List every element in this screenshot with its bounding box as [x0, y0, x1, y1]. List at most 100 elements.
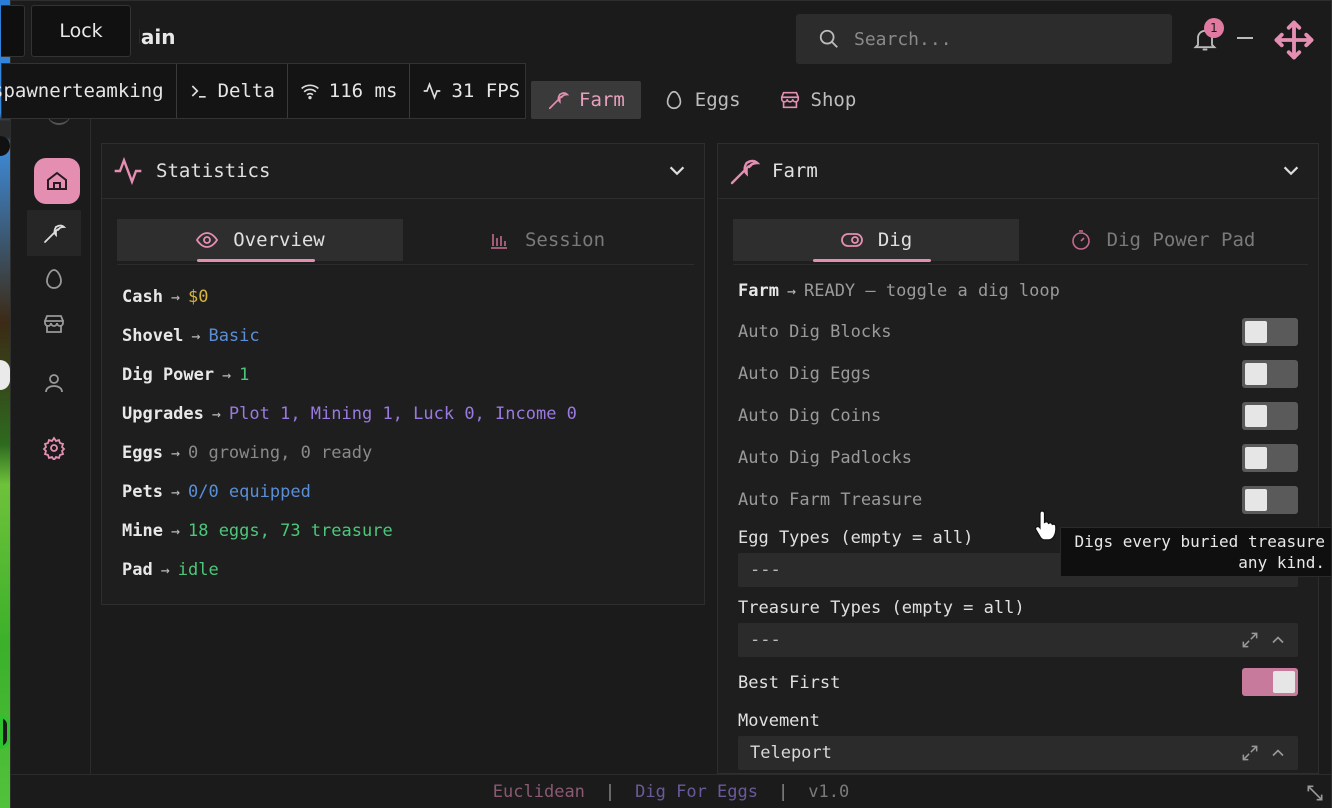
stat-key: Mine	[122, 520, 163, 541]
best-first-toggle[interactable]	[1242, 668, 1298, 696]
auto-farm-treasure-toggle[interactable]	[1242, 486, 1298, 514]
tab-session-label: Session	[524, 229, 606, 251]
toggle-label: Auto Farm Treasure	[738, 490, 923, 510]
tab-overview[interactable]: Overview	[117, 219, 403, 262]
treasure-types-value: ---	[750, 630, 781, 650]
activity-icon	[424, 81, 441, 101]
footer-separator: |	[604, 782, 616, 802]
activity-icon	[114, 156, 142, 186]
username: spawnerteamking	[0, 80, 164, 102]
stat-value: 0/0 equipped	[187, 481, 311, 502]
main-window: Lock Main 1 spawnerteamking Delta 116 ms…	[0, 0, 1332, 808]
sidebar-item-user[interactable]	[27, 360, 81, 406]
tab-farm[interactable]: Farm	[531, 81, 641, 119]
tab-shop-label: Shop	[810, 89, 857, 111]
pickaxe-icon	[730, 159, 760, 185]
statistics-title: Statistics	[156, 160, 271, 182]
egg-types-label: Egg Types (empty = all)	[738, 528, 974, 548]
search-input[interactable]	[854, 28, 1134, 50]
wifi-icon	[300, 84, 319, 100]
top-tabs: Farm Eggs Shop	[531, 81, 878, 119]
stat-row: Dig Power → 1	[122, 355, 577, 394]
stat-value: 18 eggs, 73 treasure	[187, 520, 393, 541]
chevron-up-icon[interactable]	[1268, 630, 1288, 650]
stat-value: $0	[187, 286, 209, 307]
treasure-types-label: Treasure Types (empty = all)	[738, 598, 1025, 618]
pickaxe-icon	[548, 92, 569, 110]
toggle-label: Auto Dig Eggs	[738, 364, 872, 384]
tab-farm-label: Farm	[579, 89, 625, 111]
lock-button-edge[interactable]	[1, 5, 25, 57]
egg-icon	[46, 269, 62, 289]
statistics-panel: Statistics Overview Session Cash → $0 Shov…	[101, 143, 705, 605]
arrow-icon: →	[211, 404, 221, 423]
tab-shop[interactable]: Shop	[763, 81, 873, 119]
chevron-up-icon[interactable]	[1268, 743, 1288, 763]
expand-icon[interactable]	[1240, 630, 1260, 650]
egg-types-value: ---	[750, 560, 781, 580]
toggle-label: Auto Dig Blocks	[738, 322, 892, 342]
notification-badge: 1	[1204, 18, 1224, 38]
movement-dropdown[interactable]: Teleport	[738, 736, 1298, 770]
stat-row: Shovel → Basic	[122, 316, 577, 355]
tab-eggs[interactable]: Eggs	[647, 81, 757, 119]
egg-icon	[666, 90, 682, 110]
stat-key: Pets	[122, 481, 163, 502]
auto-dig-coins-toggle[interactable]	[1242, 402, 1298, 430]
tab-dig-label: Dig	[877, 229, 913, 251]
stat-key: Upgrades	[122, 403, 204, 424]
auto-dig-padlocks-toggle[interactable]	[1242, 444, 1298, 472]
farm-panel: Farm Dig Dig Power Pad Farm → READY — togg…	[717, 143, 1319, 774]
stat-row: Pad → idle	[122, 550, 577, 589]
sidebar-item-shop[interactable]	[27, 301, 81, 347]
resize-icon[interactable]	[1305, 783, 1325, 803]
arrow-icon: →	[191, 326, 201, 345]
pickaxe-icon	[44, 224, 66, 243]
arrow-icon: →	[170, 482, 180, 501]
arrow-icon: →	[170, 443, 180, 462]
tab-dig[interactable]: Dig	[733, 219, 1019, 262]
movement-value: Teleport	[750, 743, 832, 763]
farm-status-key: Farm	[738, 281, 779, 301]
sidebar-item-eggs[interactable]	[27, 256, 81, 302]
stat-key: Eggs	[122, 442, 163, 463]
minimize-button[interactable]	[1237, 37, 1253, 39]
search-box[interactable]	[796, 14, 1172, 64]
footer-game: Dig For Eggs	[635, 782, 758, 802]
stat-key: Cash	[122, 286, 163, 307]
statistics-header[interactable]: Statistics	[102, 144, 704, 199]
expand-icon[interactable]	[1240, 743, 1260, 763]
status-bar: spawnerteamking Delta 116 ms 31 FPS	[0, 63, 526, 119]
hand-cursor-icon	[1034, 510, 1057, 541]
footer-brand: Euclidean	[492, 782, 585, 802]
sidebar-item-settings[interactable]	[27, 425, 81, 471]
auto-dig-eggs-toggle[interactable]	[1242, 360, 1298, 388]
farm-header[interactable]: Farm	[718, 144, 1318, 199]
toggle-label: Auto Dig Coins	[738, 406, 882, 426]
treasure-types-dropdown[interactable]: ---	[738, 623, 1298, 657]
eye-icon	[196, 232, 219, 248]
stat-value: Basic	[208, 325, 260, 346]
arrow-icon: →	[786, 282, 796, 300]
executor-name: Delta	[217, 80, 275, 102]
tab-eggs-label: Eggs	[694, 89, 741, 111]
tab-session[interactable]: Session	[403, 219, 689, 261]
search-icon	[819, 29, 838, 48]
stat-key: Shovel	[122, 325, 184, 346]
stat-value: Plot 1, Mining 1, Luck 0, Income 0	[228, 403, 577, 424]
user-segment: spawnerteamking	[0, 64, 177, 118]
move-icon[interactable]	[1273, 19, 1315, 61]
sidebar-item-home[interactable]	[34, 158, 80, 204]
tab-dig-power-pad[interactable]: Dig Power Pad	[1019, 219, 1305, 261]
arrow-icon: →	[160, 560, 170, 579]
stat-row: Eggs → 0 growing, 0 ready	[122, 433, 577, 472]
stat-value: idle	[177, 559, 219, 580]
sidebar-item-farm[interactable]	[27, 210, 81, 256]
footer-version: v1.0	[808, 782, 850, 802]
timer-icon	[1071, 230, 1090, 250]
bar-chart-icon	[490, 234, 507, 249]
auto-dig-blocks-toggle[interactable]	[1242, 318, 1298, 346]
chevron-down-icon[interactable]	[666, 160, 688, 182]
user-icon	[45, 374, 63, 393]
chevron-down-icon[interactable]	[1280, 160, 1302, 182]
